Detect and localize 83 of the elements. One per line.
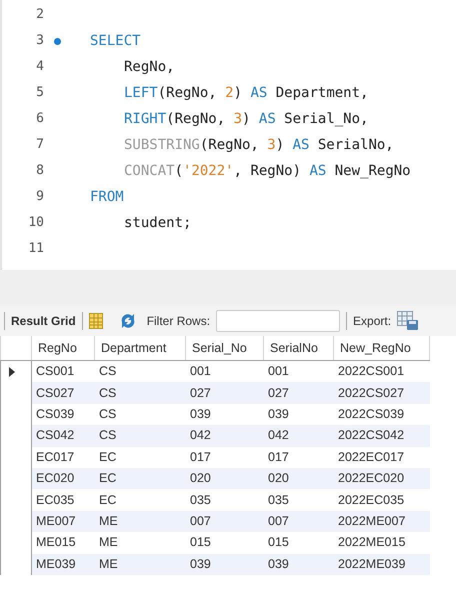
refresh-icon[interactable] [118,313,137,329]
table-cell-text: ME007 [35,513,77,530]
table-cell-text: 015 [189,534,212,552]
table-cell-text: 2022ME039 [337,556,406,573]
row-header-cell[interactable] [0,361,32,382]
table-cell-text: 042 [189,427,212,444]
code-line: RegNo, [123,58,175,76]
table-cell-text: 007 [189,513,212,530]
table-cell-text: 035 [267,492,290,509]
table-cell-text: 001 [267,363,290,380]
line-number: 8 [35,162,44,180]
table-cell-text: CS [98,363,118,380]
table-cell-text: CS [98,384,118,402]
line-number: 6 [35,110,44,128]
table-cell-text: 020 [267,470,290,488]
table-cell-text: 2022EC017 [337,448,406,466]
result-grid-tab[interactable]: Result Grid [11,312,76,330]
export-label: Export: [353,313,392,330]
table-cell-text: CS027 [35,384,76,402]
table-cell-text: EC035 [35,492,76,509]
table-cell-text: CS039 [35,406,76,424]
table-cell-text: 2022CS001 [337,363,406,380]
current-row-icon [9,366,15,377]
table-cell-text: 039 [267,556,290,573]
table-cell-text: 2022CS039 [337,406,406,424]
table-cell-text: EC [98,492,118,509]
table-cell-text: 2022CS027 [337,384,406,402]
table-cell-text: 039 [267,406,290,424]
table-cell-text: ME [98,513,119,530]
table-cell-text: 017 [189,448,212,466]
filter-field[interactable] [216,310,340,332]
filter-label: Filter Rows: [146,313,210,330]
table-cell-text: ME [98,534,119,552]
line-number: 3 [35,32,44,50]
table-cell-text: 039 [189,406,212,424]
line-number: 4 [35,58,44,76]
table-cell-text: CS [98,406,118,424]
table-cell-text: 020 [189,470,212,488]
code-line: LEFT(RegNo, 2) AS Department, [123,84,368,102]
table-cell-text: ME [98,556,119,573]
column-header[interactable]: Serial_No [186,336,264,360]
table-cell-text: 007 [267,513,290,530]
table-cell-text: 027 [189,384,212,402]
code-line: SUBSTRING(RegNo, 3) AS SerialNo, [123,136,394,154]
code-line: student; [123,214,192,232]
table-cell-text: 027 [267,384,290,402]
code-line: SELECT [90,32,141,50]
table-cell-text: 2022CS042 [337,427,406,444]
table-cell-text: EC [98,470,118,488]
table-cell-text: 2022EC020 [337,470,406,488]
line-number: 10 [27,214,44,232]
column-header[interactable]: New_RegNo [334,336,430,360]
code-line: RIGHT(RegNo, 3) AS Serial_No, [123,110,368,128]
column-header[interactable]: RegNo [32,336,95,360]
code-line: FROM [90,188,124,206]
column-header[interactable]: SerialNo [264,336,334,360]
table-cell-text: ME039 [35,556,77,573]
line-number: 11 [27,240,44,258]
table-cell-text: 035 [189,492,212,509]
table-cell-text: CS [98,427,118,444]
column-header[interactable]: Department [95,336,186,360]
columns-icon[interactable] [88,313,103,329]
export-grid-icon[interactable] [397,311,420,331]
table-cell-text: 017 [267,448,290,466]
table-cell-text: CS001 [35,363,76,380]
table-cell-text: 2022ME007 [337,513,406,530]
table-cell-text: 039 [189,556,212,573]
table-cell-text: EC017 [35,448,76,466]
header-corner-cell [0,336,32,360]
line-number: 5 [35,84,44,102]
line-number: 9 [35,188,44,206]
table-cell-text: ME015 [35,534,77,552]
line-number: 7 [35,136,44,154]
table-cell-text: EC [98,448,118,466]
table-cell-text: CS042 [35,427,76,444]
table-cell-text: 2022ME015 [337,534,406,552]
table-cell-text: 001 [189,363,212,380]
table-cell-text: 2022EC035 [337,492,406,509]
table-cell-text: 015 [267,534,290,552]
code-line: CONCAT('2022', RegNo) AS New_RegNo [123,162,411,180]
line-number: 2 [35,6,44,24]
table-cell-text: 042 [267,427,290,444]
table-cell-text: EC020 [35,470,76,488]
